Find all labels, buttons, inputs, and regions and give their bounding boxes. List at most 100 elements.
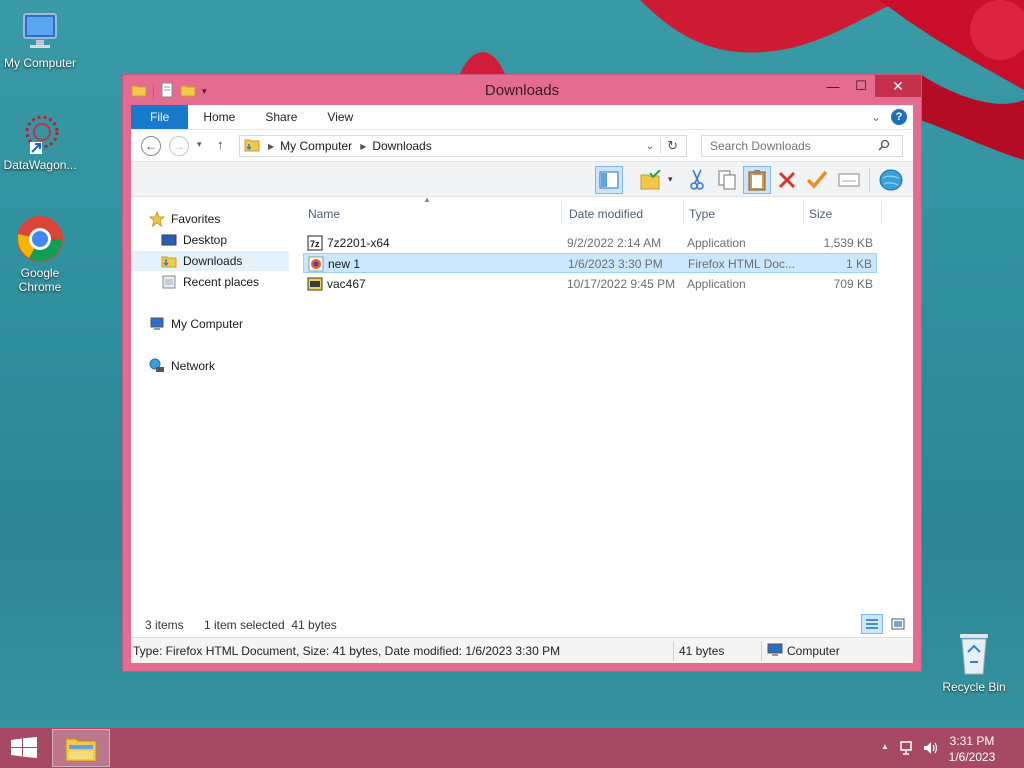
navigation-pane[interactable]: Favorites Desktop Downloads Recent place… (131, 197, 291, 611)
desktop-icon-datawagon[interactable]: DataWagon... (0, 112, 80, 172)
volume-icon[interactable] (922, 740, 938, 759)
nav-item-my-computer[interactable]: My Computer (131, 314, 289, 334)
file-type: Firefox HTML Doc... (688, 257, 795, 271)
nav-item-favorites[interactable]: Favorites (131, 209, 289, 229)
address-dropdown-icon[interactable]: ⌄ (646, 141, 654, 152)
search-box[interactable] (701, 135, 903, 157)
column-divider[interactable] (683, 201, 684, 225)
nav-item-label: Favorites (171, 212, 221, 226)
delete-x-icon (778, 171, 796, 189)
desktop-icon-label: My Computer (3, 56, 77, 70)
table-row[interactable]: vac467 10/17/2022 9:45 PM Application 70… (303, 274, 877, 294)
breadcrumb-downloads[interactable]: Downloads (372, 139, 431, 153)
nav-item-recent-places[interactable]: Recent places (131, 272, 289, 292)
status-details: Type: Firefox HTML Document, Size: 41 by… (133, 644, 561, 658)
column-header-type[interactable]: Type (689, 207, 715, 221)
desktop-icon-my-computer[interactable]: My Computer (0, 10, 80, 70)
help-icon[interactable]: ? (891, 109, 907, 125)
globe-icon (879, 169, 903, 191)
delete-button[interactable] (773, 166, 801, 194)
cut-button[interactable] (683, 166, 711, 194)
maximize-button[interactable]: ☐ (847, 75, 875, 97)
computer-icon (767, 643, 783, 660)
large-icons-view-button[interactable] (887, 614, 909, 634)
tab-file[interactable]: File (131, 105, 189, 129)
network-status-icon[interactable] (900, 740, 916, 759)
title-bar[interactable]: ▾ Downloads — ☐ ✕ (123, 75, 921, 105)
folder-checkmark-icon (640, 170, 661, 190)
taskbar-file-explorer[interactable] (52, 729, 110, 767)
clock-time: 3:31 PM (949, 734, 995, 748)
paste-button[interactable] (743, 166, 771, 194)
details-view-button[interactable] (861, 614, 883, 634)
recent-locations-icon[interactable]: ▾ (197, 139, 202, 150)
nav-item-network[interactable]: Network (131, 356, 289, 376)
table-row[interactable]: new 1 1/6/2023 3:30 PM Firefox HTML Doc.… (303, 253, 877, 273)
explorer-body: File Home Share View ⌄ ? ← → ▾ ↑ ▶ My Co… (131, 105, 913, 663)
toolbar-divider (869, 168, 870, 192)
system-tray: ▲ 3:31 PM 1/6/2023 (864, 728, 1024, 768)
refresh-icon[interactable]: ↻ (660, 138, 678, 154)
taskbar: ▲ 3:31 PM 1/6/2023 (0, 728, 1024, 768)
clipboard-icon (748, 170, 766, 191)
edit-properties-button[interactable] (637, 166, 665, 194)
status-location: Computer (787, 644, 840, 658)
desktop-icon-recycle-bin[interactable]: Recycle Bin (934, 630, 1014, 694)
column-divider[interactable] (803, 201, 804, 225)
desktop-icon-label: Google Chrome (18, 266, 62, 294)
table-row[interactable]: 7z 7z2201-x64 9/2/2022 2:14 AM Applicati… (303, 233, 877, 253)
column-header-size[interactable]: Size (809, 207, 832, 221)
column-header-name[interactable]: Name (308, 207, 340, 221)
file-explorer-icon (65, 738, 97, 762)
windows-logo-icon (11, 737, 37, 758)
column-header-date[interactable]: Date modified (569, 207, 643, 221)
copy-icon (718, 170, 736, 190)
tab-view[interactable]: View (312, 105, 368, 129)
content-area: Favorites Desktop Downloads Recent place… (131, 195, 913, 611)
nav-item-downloads[interactable]: Downloads (131, 251, 289, 271)
selection-info: 1 item selected 41 bytes (204, 618, 337, 632)
column-divider[interactable] (561, 201, 562, 225)
recycle-bin-icon (960, 634, 988, 675)
scissors-icon (690, 169, 704, 190)
minimize-button[interactable]: — (819, 75, 847, 97)
tab-share[interactable]: Share (250, 105, 312, 129)
close-button[interactable]: ✕ (875, 75, 921, 97)
network-button[interactable] (877, 166, 905, 194)
tab-home[interactable]: Home (188, 105, 250, 129)
rename-icon (838, 173, 860, 187)
chevron-down-icon[interactable]: ▾ (668, 174, 673, 185)
search-icon[interactable] (878, 139, 890, 154)
breadcrumb-separator-icon[interactable]: ▶ (268, 142, 274, 151)
address-bar[interactable]: ▶ My Computer ▶ Downloads ⌄ ↻ (239, 135, 687, 157)
search-input[interactable] (710, 139, 878, 153)
ribbon-right-controls: ⌄ ? (871, 109, 907, 125)
rename-button[interactable] (835, 166, 863, 194)
up-arrow-icon[interactable]: ↑ (217, 137, 224, 152)
preview-pane-button[interactable] (595, 166, 623, 194)
taskbar-clock[interactable]: 3:31 PM 1/6/2023 (942, 733, 1002, 765)
desktop-icon-google-chrome[interactable]: Google Chrome (0, 214, 80, 294)
back-button[interactable]: ← (141, 136, 161, 156)
status-bar: Type: Firefox HTML Document, Size: 41 by… (131, 637, 913, 663)
details-view-icon (866, 619, 878, 629)
nav-item-label: Desktop (183, 233, 228, 247)
start-button[interactable] (10, 737, 38, 762)
clock-date: 1/6/2023 (948, 750, 996, 764)
svg-text:7z: 7z (310, 239, 320, 249)
breadcrumb-my-computer[interactable]: My Computer (280, 139, 352, 153)
breadcrumb-separator-icon[interactable]: ▶ (360, 142, 366, 151)
desktop-icon-label: Recycle Bin (942, 680, 1006, 694)
file-size: 1,539 KB (823, 236, 873, 250)
forward-button[interactable]: → (169, 136, 189, 156)
copy-button[interactable] (713, 166, 741, 194)
show-hidden-icons-icon[interactable]: ▲ (881, 742, 889, 751)
status-divider (761, 641, 762, 661)
select-button[interactable] (803, 166, 831, 194)
installer-app-icon (307, 276, 323, 295)
nav-item-desktop[interactable]: Desktop (131, 230, 289, 250)
expand-ribbon-icon[interactable]: ⌄ (871, 110, 881, 124)
column-divider[interactable] (881, 201, 882, 225)
folder-icon (244, 138, 260, 155)
item-count-bar: 3 items 1 item selected 41 bytes (131, 611, 913, 637)
